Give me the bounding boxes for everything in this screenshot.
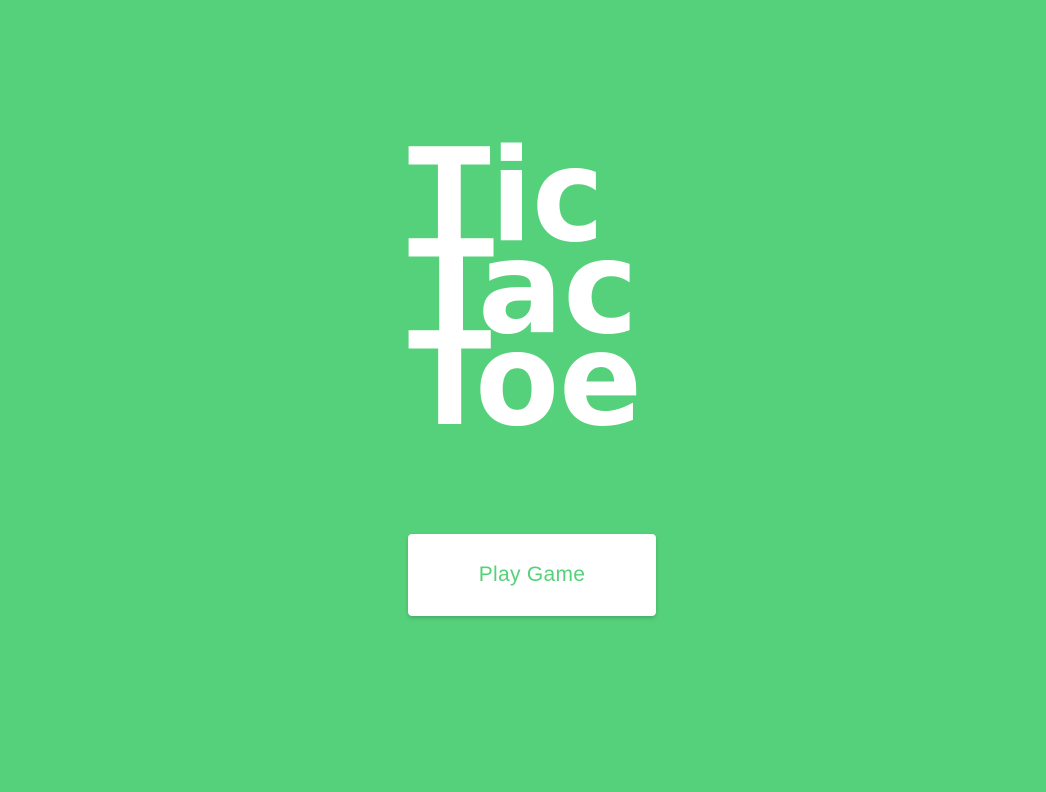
play-game-button[interactable]: Play Game — [408, 534, 656, 616]
logo-line-toe: Toe — [408, 306, 642, 455]
logo-art: Tic Tac Toe — [408, 122, 642, 455]
game-logo: Tic Tac Toe — [408, 122, 648, 455]
